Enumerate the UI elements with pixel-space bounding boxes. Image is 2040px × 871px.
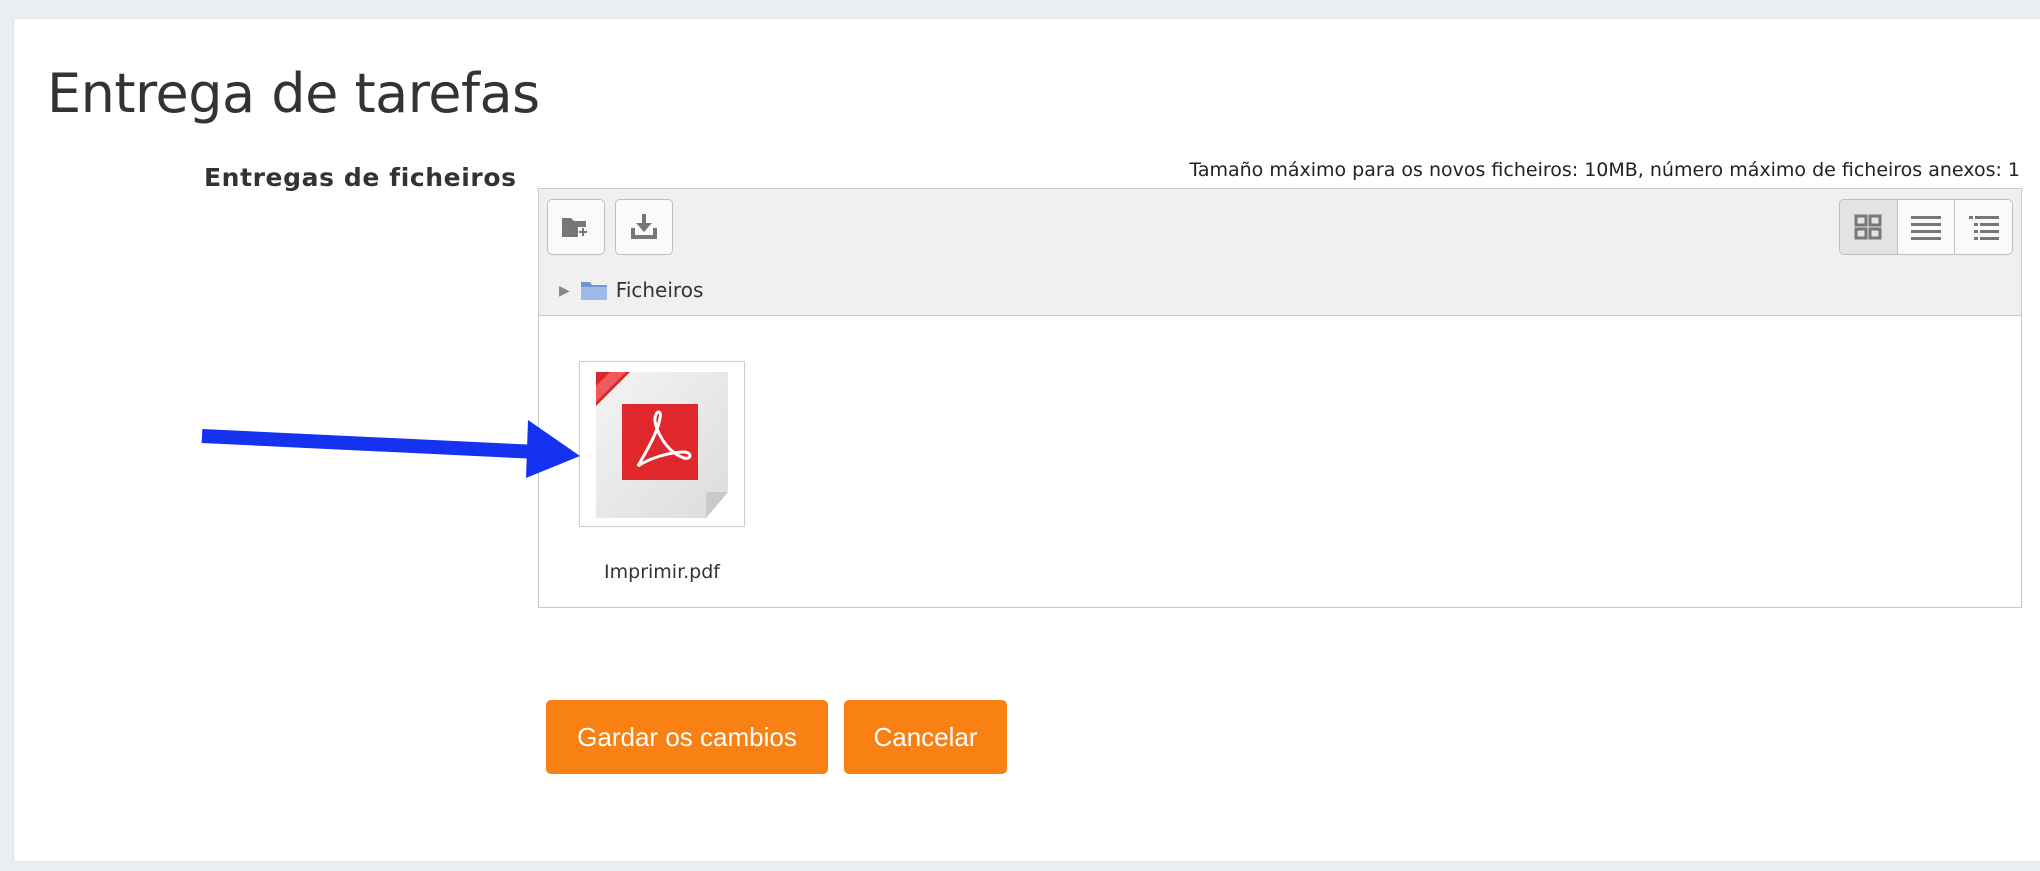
view-icons-button[interactable] — [1840, 200, 1897, 254]
file-manager: ▶ Ficheiros Imprimir.pdf — [538, 188, 2022, 608]
pdf-file-icon — [596, 372, 728, 518]
tree-view-icon — [1968, 216, 1999, 240]
view-tree-button[interactable] — [1954, 200, 2012, 254]
cancel-button[interactable]: Cancelar — [844, 700, 1007, 774]
download-all-button[interactable] — [615, 199, 673, 255]
annotation-arrow — [201, 420, 580, 478]
page-title: Entrega de tarefas — [47, 62, 540, 125]
save-changes-button[interactable]: Gardar os cambios — [546, 700, 828, 774]
add-folder-icon — [562, 218, 588, 237]
view-details-button[interactable] — [1896, 200, 1955, 254]
path-bar: ▶ Ficheiros — [539, 265, 2021, 316]
file-name[interactable]: Imprimir.pdf — [579, 561, 745, 583]
expand-arrow-icon[interactable]: ▶ — [559, 282, 570, 299]
path-folder-label[interactable]: Ficheiros — [616, 278, 704, 302]
grid-view-icon — [1854, 214, 1882, 240]
file-thumbnail[interactable] — [579, 361, 745, 527]
download-icon — [631, 214, 657, 239]
view-mode-group — [1839, 199, 2013, 255]
field-label-file-submissions: Entregas de ficheiros — [204, 163, 517, 192]
list-view-icon — [1911, 216, 1941, 240]
add-folder-button[interactable] — [547, 199, 605, 255]
upload-limits-text: Tamaño máximo para os novos ficheiros: 1… — [1189, 159, 2020, 181]
folder-icon — [580, 282, 607, 300]
file-manager-toolbar — [539, 189, 2021, 266]
